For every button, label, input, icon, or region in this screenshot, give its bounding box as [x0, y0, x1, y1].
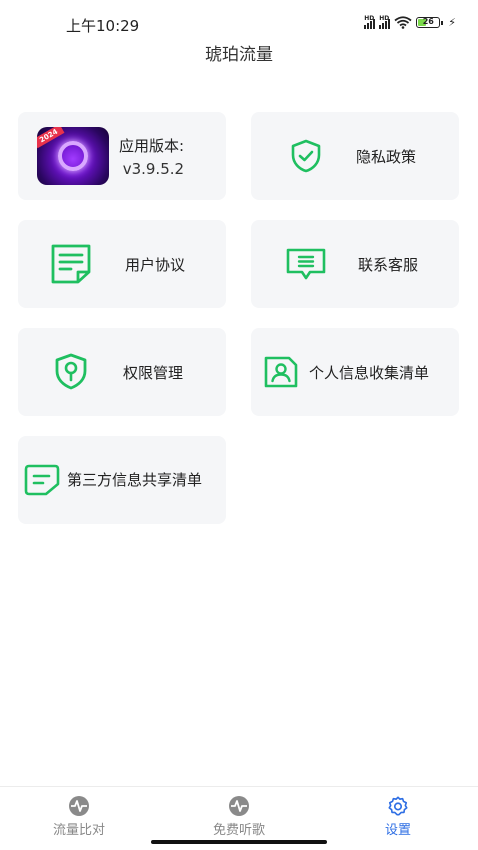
- tab-free-music-label: 免费听歌: [212, 823, 265, 838]
- tab-traffic-compare[interactable]: 流量比对: [19, 795, 139, 838]
- message-icon: [286, 248, 326, 280]
- home-indicator[interactable]: [151, 840, 327, 844]
- third-party-list-label: 第三方信息共享清单: [67, 471, 203, 489]
- gear-icon: [388, 796, 408, 816]
- battery-level: 26: [422, 17, 434, 26]
- app-logo-badge: 2024: [37, 127, 65, 149]
- charging-icon: ⚡: [448, 16, 456, 29]
- privacy-policy-label: 隐私政策: [356, 147, 417, 166]
- tab-free-music[interactable]: 免费听歌: [179, 795, 299, 838]
- person-card-icon: [264, 356, 298, 388]
- status-icons: HD HD 26 ⚡: [364, 15, 456, 29]
- pulse-icon: [229, 796, 249, 816]
- customer-service-label: 联系客服: [358, 255, 419, 274]
- customer-service-card[interactable]: 联系客服: [251, 220, 459, 308]
- app-version-value: v3.9.5.2: [122, 159, 185, 178]
- app-version-label: 应用版本:: [119, 136, 185, 155]
- signal-icon-2: HD: [379, 15, 391, 29]
- signal-icon: HD: [364, 15, 376, 29]
- shield-key-icon: [55, 353, 87, 390]
- privacy-policy-card[interactable]: 隐私政策: [251, 112, 459, 200]
- personal-info-list-label: 个人信息收集清单: [309, 363, 430, 382]
- tab-settings[interactable]: 设置: [338, 795, 458, 838]
- wifi-icon: [394, 16, 412, 29]
- document-icon: [51, 244, 91, 284]
- user-agreement-card[interactable]: 用户协议: [18, 220, 226, 308]
- tab-bar: 流量比对 免费听歌 设置: [0, 786, 478, 850]
- personal-info-list-card[interactable]: 个人信息收集清单: [251, 328, 459, 416]
- app-logo: 2024: [37, 127, 109, 185]
- page-title: 琥珀流量: [205, 45, 273, 65]
- app-version-card[interactable]: 2024 应用版本: v3.9.5.2: [18, 112, 226, 200]
- permission-management-card[interactable]: 权限管理: [18, 328, 226, 416]
- status-time: 上午10:29: [66, 17, 140, 35]
- tab-settings-label: 设置: [384, 823, 411, 838]
- permission-management-label: 权限管理: [123, 363, 184, 382]
- shield-check-icon: [291, 139, 321, 173]
- note-icon: [24, 464, 60, 496]
- user-agreement-label: 用户协议: [125, 255, 186, 274]
- status-bar: 上午10:29 HD HD 26 ⚡: [0, 0, 478, 44]
- pulse-icon: [69, 796, 89, 816]
- battery-icon: 26: [416, 17, 444, 28]
- tab-traffic-compare-label: 流量比对: [52, 823, 105, 838]
- third-party-list-card[interactable]: 第三方信息共享清单: [18, 436, 226, 524]
